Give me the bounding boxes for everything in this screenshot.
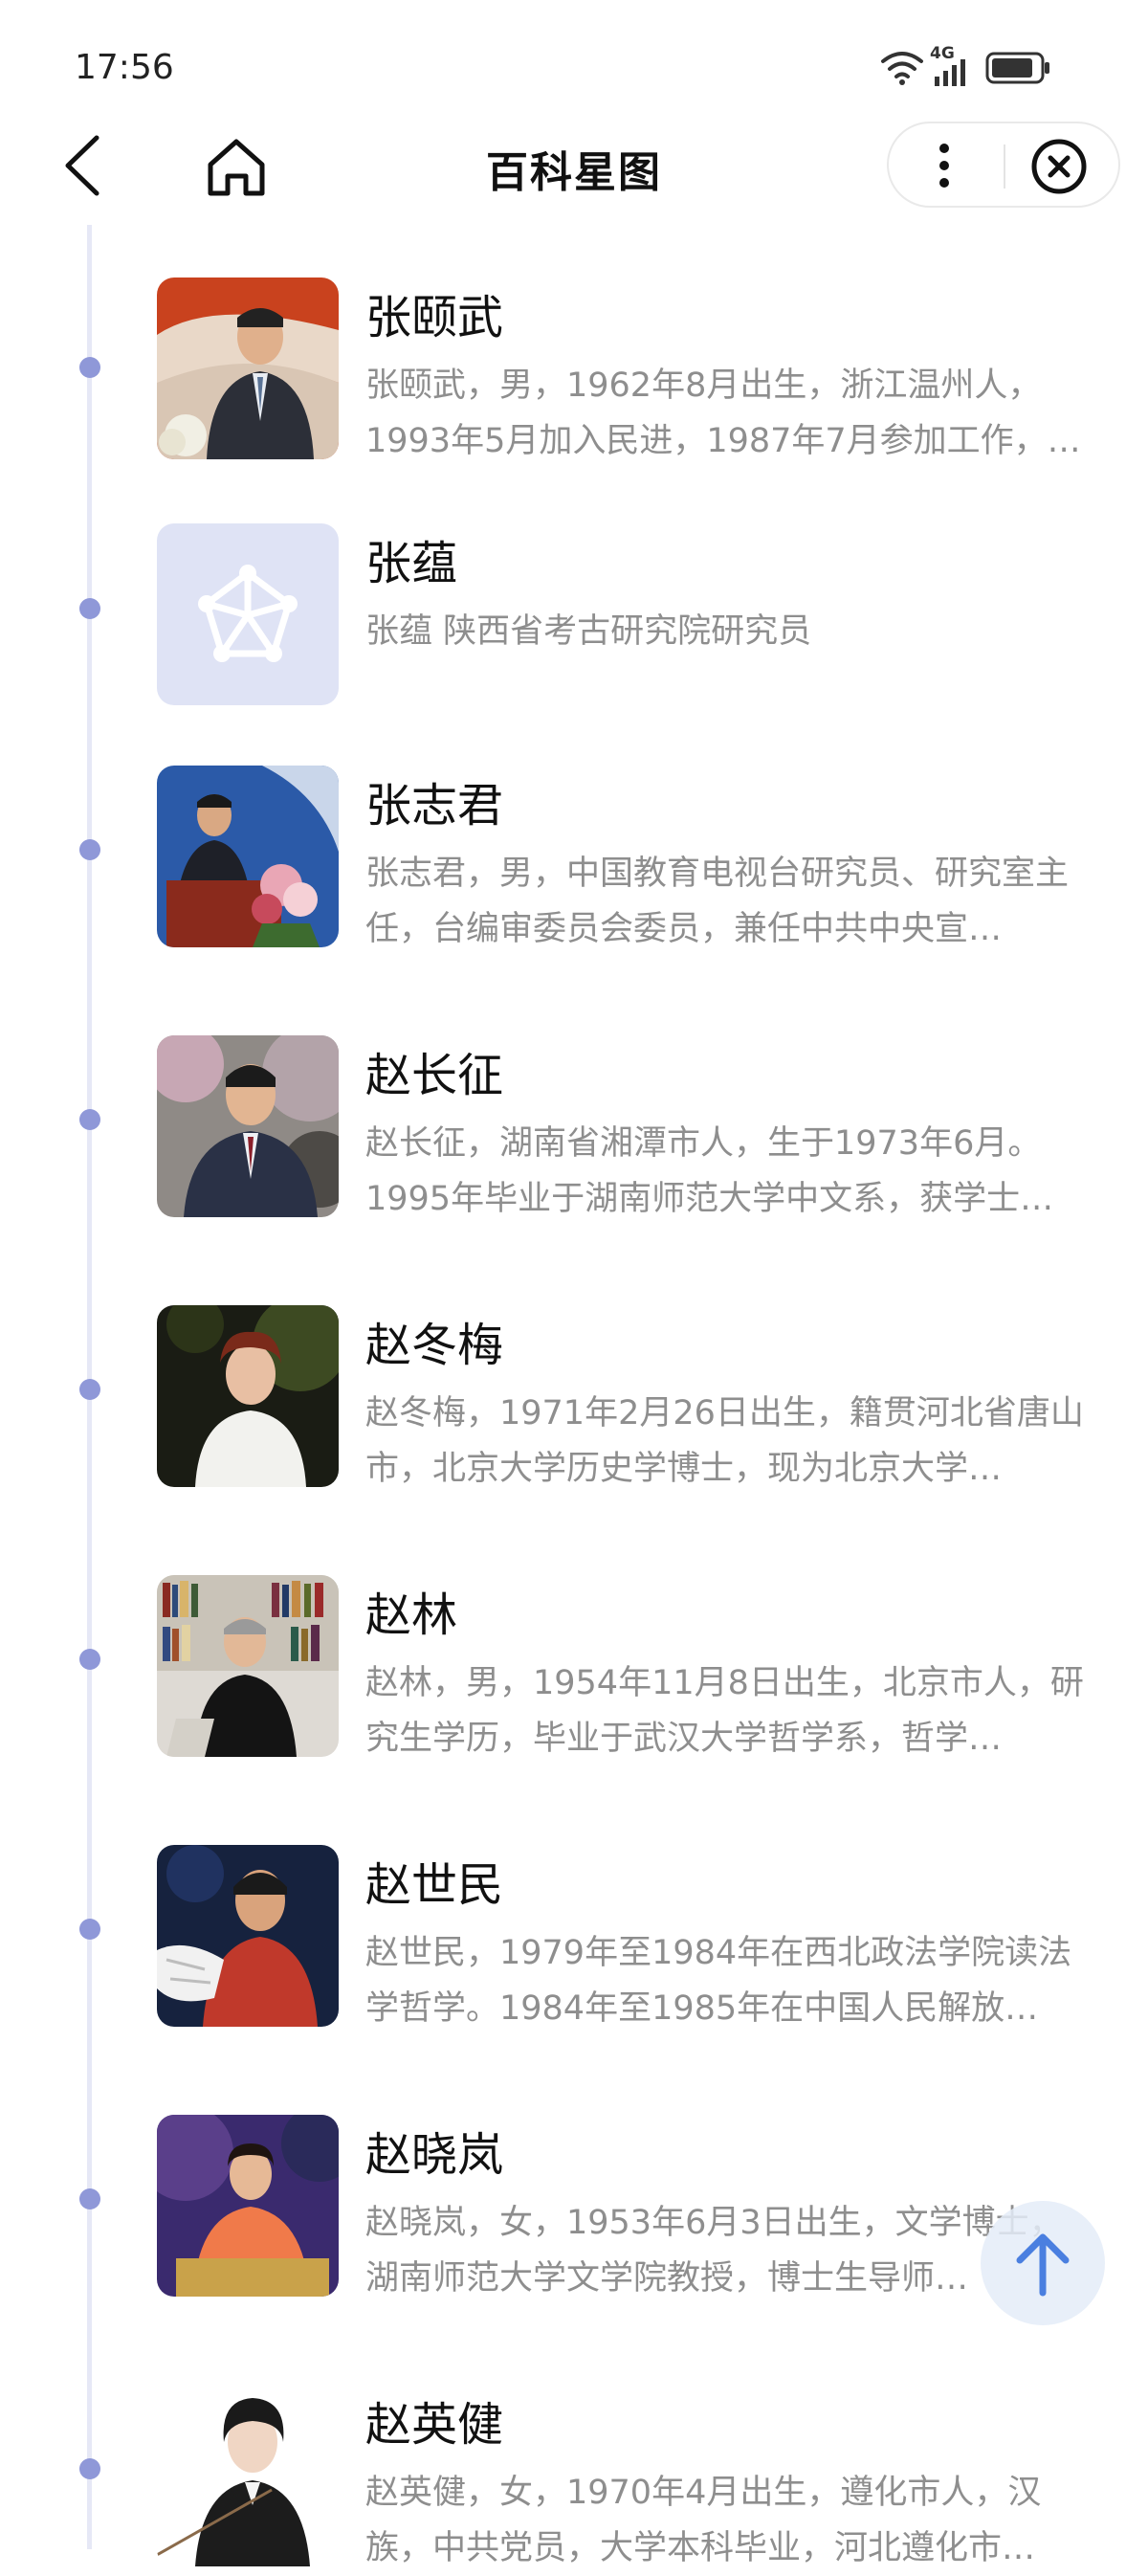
person-name: 赵林 (365, 1588, 458, 1642)
capsule-divider (1004, 144, 1005, 189)
list-item[interactable]: 赵世民 赵世民，1979年至1984年在西北政法学院读法学哲学。1984年至19… (157, 1845, 1104, 2036)
person-name: 赵长征 (365, 1049, 504, 1102)
timeline-dot (79, 2188, 100, 2210)
person-name: 赵冬梅 (365, 1319, 504, 1372)
more-vertical-icon (939, 144, 949, 188)
mini-program-capsule (887, 122, 1120, 208)
person-description: 张颐武，男，1962年8月出生，浙江温州人，1993年5月加入民进，1987年7… (365, 366, 1081, 460)
timeline-dot (79, 1919, 100, 1940)
list-item[interactable]: 赵林 赵林，男，1954年11月8日出生，北京市人，研究生学历，毕业于武汉大学哲… (157, 1575, 1104, 1766)
signal-icon (935, 59, 965, 86)
list-item[interactable]: 赵英健 赵英健，女，1970年4月出生，遵化市人，汉族，中共党员，大学本科毕业，… (157, 2385, 1104, 2576)
timeline-dot (79, 1109, 100, 1130)
placeholder-thumbnail (157, 523, 339, 705)
person-name: 赵世民 (365, 1858, 504, 1912)
person-name: 张志君 (365, 779, 504, 833)
battery-icon (985, 52, 1049, 84)
list-item[interactable]: 赵晓岚 赵晓岚，女，1953年6月3日出生，文学博士，湖南师范大学文学院教授，博… (157, 2115, 1104, 2306)
more-button[interactable] (916, 137, 973, 194)
person-description: 张志君，男，中国教育电视台研究员、研究室主任，台编审委员会委员，兼任中共中央宣… (365, 855, 1070, 948)
list-item[interactable]: 赵冬梅 赵冬梅，1971年2月26日出生，籍贯河北省唐山市，北京大学历史学博士，… (157, 1305, 1104, 1497)
close-button[interactable] (1029, 137, 1089, 196)
person-photo (157, 2115, 339, 2297)
wifi-icon (881, 52, 923, 85)
scroll-to-top-button[interactable] (981, 2201, 1105, 2325)
person-description: 赵冬梅，1971年2月26日出生，籍贯河北省唐山市，北京大学历史学博士，现为北京… (365, 1394, 1084, 1488)
status-bar: 17:56 4G (0, 0, 1148, 124)
person-description: 赵世民，1979年至1984年在西北政法学院读法学哲学。1984年至1985年在… (365, 1934, 1072, 2028)
timeline-dot (79, 598, 100, 619)
list-item[interactable]: 张颐武 张颐武，男，1962年8月出生，浙江温州人，1993年5月加入民进，19… (157, 278, 1104, 469)
person-name: 赵英健 (365, 2398, 504, 2452)
person-name: 赵晓岚 (365, 2128, 504, 2182)
timeline-dot (79, 357, 100, 378)
person-description: 张蕴 陕西省考古研究院研究员 (365, 612, 812, 651)
status-icons: 4G (880, 44, 1071, 92)
person-description: 赵长征，湖南省湘潭市人，生于1973年6月。1995年毕业于湖南师范大学中文系，… (365, 1124, 1054, 1218)
list-item[interactable]: 张志君 张志君，男，中国教育电视台研究员、研究室主任，台编审委员会委员，兼任中共… (157, 766, 1104, 957)
list-item[interactable]: 张蕴 张蕴 陕西省考古研究院研究员 (157, 523, 1104, 715)
timeline-dot (79, 1649, 100, 1670)
person-photo (157, 278, 339, 459)
close-circle-icon (1031, 139, 1087, 194)
person-description: 赵英健，女，1970年4月出生，遵化市人，汉族，中共党员，大学本科毕业，河北遵化… (365, 2474, 1042, 2567)
person-name: 张颐武 (365, 291, 504, 344)
list-item[interactable]: 赵长征 赵长征，湖南省湘潭市人，生于1973年6月。1995年毕业于湖南师范大学… (157, 1035, 1104, 1227)
timeline-dot (79, 839, 100, 860)
status-time: 17:56 (75, 48, 174, 87)
person-description: 赵林，男，1954年11月8日出生，北京市人，研究生学历，毕业于武汉大学哲学系，… (365, 1664, 1084, 1758)
person-photo (157, 1575, 339, 1757)
person-name: 张蕴 (365, 537, 458, 590)
nav-bar: 百科星图 (0, 115, 1148, 220)
arrow-up-icon (1016, 2233, 1070, 2297)
timeline-dot (79, 1379, 100, 1400)
person-photo (157, 2385, 339, 2566)
person-photo (157, 1845, 339, 2027)
person-photo (157, 1305, 339, 1487)
timeline-dot (79, 2458, 100, 2479)
person-photo (157, 1035, 339, 1217)
person-photo (157, 766, 339, 947)
